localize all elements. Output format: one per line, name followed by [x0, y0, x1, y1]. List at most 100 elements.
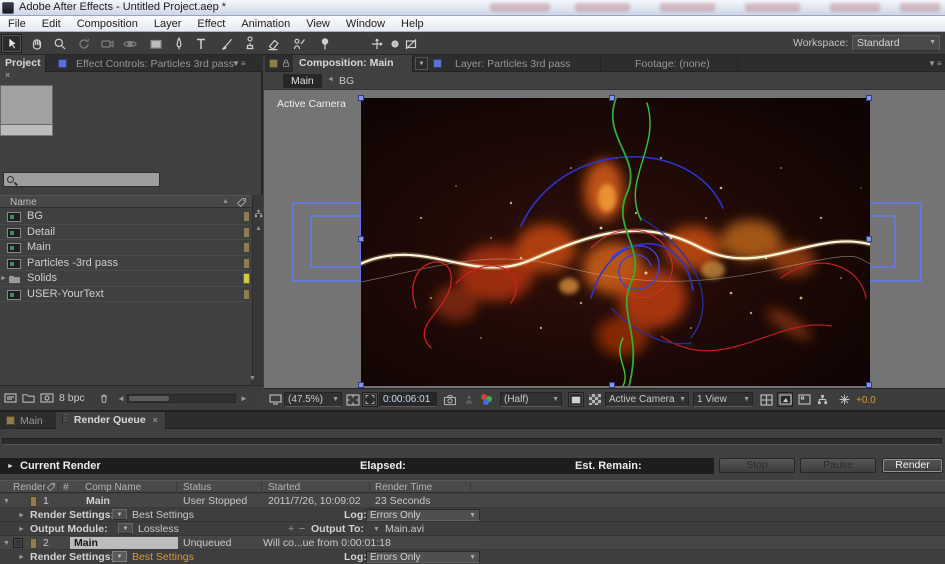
render-checkbox[interactable]: [13, 538, 23, 548]
render-item-2[interactable]: ▼ 2 Main Unqueued Will co...ue from 0:00…: [0, 536, 945, 550]
log-dropdown[interactable]: Errors Only ▼: [366, 551, 480, 563]
project-item-particles[interactable]: Particles -3rd pass: [0, 256, 252, 272]
project-item-main[interactable]: Main: [0, 240, 252, 256]
safe-margins-icon[interactable]: [345, 392, 361, 407]
view-layout-dropdown[interactable]: 1 View ▼: [693, 392, 753, 407]
chevron-down-icon[interactable]: ▼: [373, 526, 380, 533]
camera-tool-icon[interactable]: [96, 34, 117, 53]
close-icon[interactable]: ×: [5, 70, 10, 80]
new-composition-icon[interactable]: [40, 392, 54, 407]
render-item-1[interactable]: ▼ 1 Main User Stopped 2011/7/26, 10:09:0…: [0, 494, 945, 508]
menu-effect[interactable]: Effect: [189, 16, 233, 32]
current-render-bar[interactable]: ► Current Render Elapsed: Est. Remain:: [0, 458, 714, 474]
add-output-icon[interactable]: +: [288, 523, 294, 535]
menu-layer[interactable]: Layer: [146, 16, 190, 32]
selection-tool-icon[interactable]: [1, 34, 22, 53]
col-comp-name[interactable]: Comp Name: [85, 482, 141, 493]
twirl-icon[interactable]: ►: [7, 463, 14, 470]
selection-handle[interactable]: [358, 236, 364, 242]
workspace-dropdown[interactable]: Standard ▼: [852, 35, 940, 51]
type-tool-icon[interactable]: [190, 34, 211, 53]
render-queue-column-headers[interactable]: Render # Comp Name Status Started Render…: [0, 480, 945, 493]
project-item-detail[interactable]: Detail: [0, 225, 252, 241]
new-folder-icon[interactable]: [22, 392, 35, 407]
resolution-dropdown[interactable]: (Half) ▼: [500, 392, 562, 407]
twirl-icon[interactable]: ►: [0, 275, 7, 282]
tab-project[interactable]: Project ×: [0, 55, 46, 72]
label-color-chip[interactable]: [30, 538, 37, 549]
pause-button[interactable]: Pause: [800, 458, 876, 473]
render-settings-value[interactable]: Best Settings: [132, 551, 194, 563]
tab-layer-particles[interactable]: Layer: Particles 3rd pass: [455, 58, 571, 70]
tab-render-queue[interactable]: Render Queue ×: [56, 412, 166, 429]
snapshot-camera-icon[interactable]: [442, 392, 458, 407]
comp-mini-flowchart-icon[interactable]: [814, 392, 830, 407]
exposure-value[interactable]: +0.0: [856, 395, 876, 406]
3d-view-dropdown[interactable]: Active Camera ▼: [605, 392, 689, 407]
selection-handle[interactable]: [866, 236, 872, 242]
magnification-dropdown[interactable]: (47.5%) ▼: [284, 392, 342, 407]
col-render[interactable]: Render: [13, 482, 46, 493]
panel-menu-icon[interactable]: ▼≡: [928, 59, 943, 68]
render-settings-dropdown[interactable]: ▼: [112, 509, 127, 520]
breadcrumb-previous[interactable]: BG: [339, 75, 354, 87]
breadcrumb-current[interactable]: Main: [283, 74, 322, 88]
menu-animation[interactable]: Animation: [233, 16, 298, 32]
col-num[interactable]: #: [63, 482, 69, 493]
transparency-grid-icon[interactable]: [587, 392, 603, 407]
menu-help[interactable]: Help: [393, 16, 432, 32]
output-to-value[interactable]: Main.avi: [385, 523, 424, 535]
output-module-value[interactable]: Lossless: [138, 523, 179, 535]
col-status[interactable]: Status: [183, 482, 211, 493]
puppet-pin-tool-icon[interactable]: [314, 34, 335, 53]
pen-tool-icon[interactable]: [168, 34, 189, 53]
comp-selector-dropdown[interactable]: ▼: [415, 57, 428, 70]
grid-guides-icon[interactable]: [758, 392, 774, 407]
label-color-chip[interactable]: [30, 496, 37, 507]
channel-rgb-icon[interactable]: [479, 392, 495, 407]
eraser-tool-icon[interactable]: [262, 34, 283, 53]
scroll-down-icon[interactable]: ▼: [249, 375, 256, 382]
selection-handle[interactable]: [358, 382, 364, 388]
region-of-interest-icon[interactable]: [362, 392, 378, 407]
hand-tool-icon[interactable]: [26, 34, 47, 53]
label-color-chip[interactable]: [243, 289, 250, 300]
target-region-icon[interactable]: [568, 392, 584, 407]
scroll-right-icon[interactable]: ►: [240, 394, 248, 403]
project-horizontal-scrollbar[interactable]: [127, 394, 236, 403]
tab-effect-controls[interactable]: Effect Controls: Particles 3rd pass: [76, 58, 234, 70]
label-color-chip[interactable]: [243, 273, 250, 284]
scroll-left-icon[interactable]: ◄: [117, 394, 125, 403]
selection-handle[interactable]: [609, 382, 615, 388]
tab-footage-none[interactable]: Footage: (none): [635, 58, 710, 70]
render-settings-dropdown[interactable]: ▼: [112, 551, 127, 562]
selection-handle[interactable]: [866, 95, 872, 101]
output-module-dropdown[interactable]: ▼: [118, 523, 133, 534]
col-started[interactable]: Started: [268, 482, 300, 493]
selection-handle[interactable]: [866, 382, 872, 388]
scrollbar-thumb[interactable]: [129, 396, 169, 401]
show-snapshot-icon[interactable]: [461, 392, 477, 407]
always-preview-icon[interactable]: [267, 392, 283, 407]
timecode-display[interactable]: 0:00:06:01: [379, 392, 437, 407]
twirl-icon[interactable]: ►: [18, 512, 25, 519]
project-item-user-yourtext[interactable]: USER-YourText: [0, 287, 252, 303]
label-column-icon[interactable]: [46, 482, 56, 492]
tab-composition-main[interactable]: Composition: Main: [293, 55, 413, 72]
bit-depth-indicator[interactable]: 8 bpc: [59, 392, 85, 404]
trash-icon[interactable]: [98, 392, 110, 407]
menu-window[interactable]: Window: [338, 16, 393, 32]
twirl-icon[interactable]: ▼: [3, 540, 10, 547]
remove-output-icon[interactable]: −: [299, 523, 305, 535]
clone-stamp-tool-icon[interactable]: [239, 34, 260, 53]
stop-button[interactable]: Stop: [719, 458, 795, 473]
axis-view-icon[interactable]: [400, 34, 421, 53]
orbit-camera-tool-icon[interactable]: [119, 34, 140, 53]
twirl-icon[interactable]: ►: [18, 526, 25, 533]
rotation-tool-icon[interactable]: [73, 34, 94, 53]
brush-tool-icon[interactable]: [216, 34, 237, 53]
composition-image[interactable]: [361, 98, 870, 386]
col-render-time[interactable]: Render Time: [375, 482, 432, 493]
render-settings-value[interactable]: Best Settings: [132, 509, 194, 521]
search-input[interactable]: [3, 172, 160, 187]
